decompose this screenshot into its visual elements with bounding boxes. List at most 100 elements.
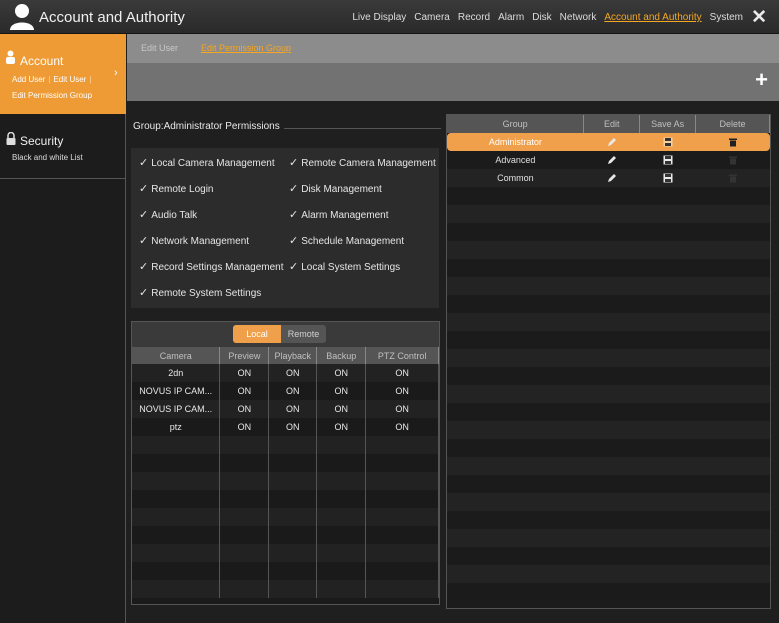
table-cell [219,562,270,580]
table-cell [219,472,270,490]
delete-icon[interactable] [728,137,738,147]
column-header[interactable]: PTZ Control [365,347,439,364]
check-icon: ✓ [139,261,149,273]
edit-icon[interactable] [607,137,617,147]
edit-icon[interactable] [607,173,617,183]
table-cell[interactable]: ON [219,418,270,436]
table-cell[interactable]: ON [219,364,270,382]
save-icon[interactable] [663,155,673,165]
permission-item[interactable]: ✓ Local System Settings [289,260,400,273]
nav-item-camera[interactable]: Camera [414,12,450,23]
table-cell [132,472,221,490]
permission-item[interactable]: ✓ Audio Talk [139,208,197,221]
table-cell[interactable]: ON [268,382,318,400]
permission-item[interactable]: ✓ Local Camera Management [139,156,275,169]
add-icon[interactable]: + [755,67,768,93]
table-cell[interactable]: ON [365,400,439,418]
group-panel: Group Edit Save As Delete Administrator Adva… [446,114,771,609]
table-row [447,277,770,295]
table-cell[interactable]: ON [316,400,367,418]
permission-item[interactable]: ✓ Alarm Management [289,208,388,221]
table-cell [365,454,439,472]
table-cell[interactable]: ON [365,364,439,382]
group-row[interactable]: Advanced [447,151,770,169]
group-name [447,295,584,313]
table-cell [316,544,367,562]
table-cell [316,472,367,490]
tab-edit-user[interactable]: Edit User [141,43,178,53]
table-cell [132,490,221,508]
nav-item-alarm[interactable]: Alarm [498,12,524,23]
table-cell [316,454,367,472]
permission-item[interactable]: ✓ Network Management [139,234,249,247]
delete-icon [728,173,738,183]
column-header[interactable]: Playback [268,347,318,364]
table-cell[interactable]: ON [316,364,367,382]
camera-table: Camera Preview Playback Backup PTZ Control 2… [132,347,439,598]
permission-item[interactable]: ✓ Remote System Settings [139,286,261,299]
table-row [447,493,770,511]
submenu-black-white-list[interactable]: Black and white List [12,153,83,162]
table-cell[interactable]: ON [268,364,318,382]
table-cell[interactable]: ON [316,418,367,436]
table-cell [132,580,221,598]
table-cell[interactable]: ON [268,400,318,418]
table-row[interactable]: NOVUS IP CAM... ON ON ON ON [132,400,439,418]
column-header: Group [447,115,585,133]
table-row [447,511,770,529]
user-icon [10,4,34,30]
group-name [447,493,584,511]
table-cell [365,526,439,544]
table-cell[interactable]: ON [365,418,439,436]
nav-item-record[interactable]: Record [458,12,490,23]
permission-item[interactable]: ✓ Record Settings Management [139,260,284,273]
table-cell[interactable]: ON [219,400,270,418]
table-row [132,490,439,508]
table-cell[interactable]: ON [268,418,318,436]
sidebar-item-security[interactable]: Security Black and white List [0,114,126,179]
table-cell: NOVUS IP CAM... [132,400,221,418]
group-name [447,565,584,583]
table-cell[interactable]: ON [365,382,439,400]
table-row [132,562,439,580]
group-row[interactable]: Administrator [447,133,770,151]
check-icon: ✓ [289,183,299,195]
submenu-edit-user[interactable]: Edit User [53,75,86,84]
table-cell[interactable]: ON [219,382,270,400]
table-row [447,403,770,421]
nav-item-network[interactable]: Network [560,12,597,23]
edit-icon[interactable] [607,155,617,165]
table-row [132,526,439,544]
column-header[interactable]: Preview [219,347,270,364]
permission-label: Remote Camera Management [301,158,436,169]
table-cell [219,454,270,472]
tab-remote[interactable]: Remote [281,325,326,343]
table-row[interactable]: NOVUS IP CAM... ON ON ON ON [132,382,439,400]
permission-item[interactable]: ✓ Remote Camera Management [289,156,436,169]
column-header[interactable]: Camera [132,347,221,364]
submenu-edit-permission-group[interactable]: Edit Permission Group [12,91,92,100]
table-cell[interactable]: ON [316,382,367,400]
permission-item[interactable]: ✓ Remote Login [139,182,213,195]
nav-item-live-display[interactable]: Live Display [352,12,406,23]
group-row[interactable]: Common [447,169,770,187]
sidebar-item-account[interactable]: Account Add User | Edit User | Edit Permiss… [0,34,126,114]
table-cell [219,490,270,508]
submenu-add-user[interactable]: Add User [12,75,45,84]
table-cell [219,580,270,598]
permission-item[interactable]: ✓ Disk Management [289,182,382,195]
close-icon[interactable]: ✕ [751,6,767,29]
table-row[interactable]: 2dn ON ON ON ON [132,364,439,382]
table-row[interactable]: ptz ON ON ON ON [132,418,439,436]
column-header: Edit [583,115,641,133]
sidebar-item-label: Account [20,54,64,68]
column-header[interactable]: Backup [316,347,367,364]
nav-item-disk[interactable]: Disk [532,12,551,23]
tab-local[interactable]: Local [233,325,281,343]
nav-item-system[interactable]: System [710,12,743,23]
nav-item-account-and-authority[interactable]: Account and Authority [604,12,701,23]
permission-item[interactable]: ✓ Schedule Management [289,234,404,247]
group-name: Advanced [447,151,584,169]
tab-edit-permission-group[interactable]: Edit Permission Group [201,43,291,53]
save-icon[interactable] [663,173,673,183]
